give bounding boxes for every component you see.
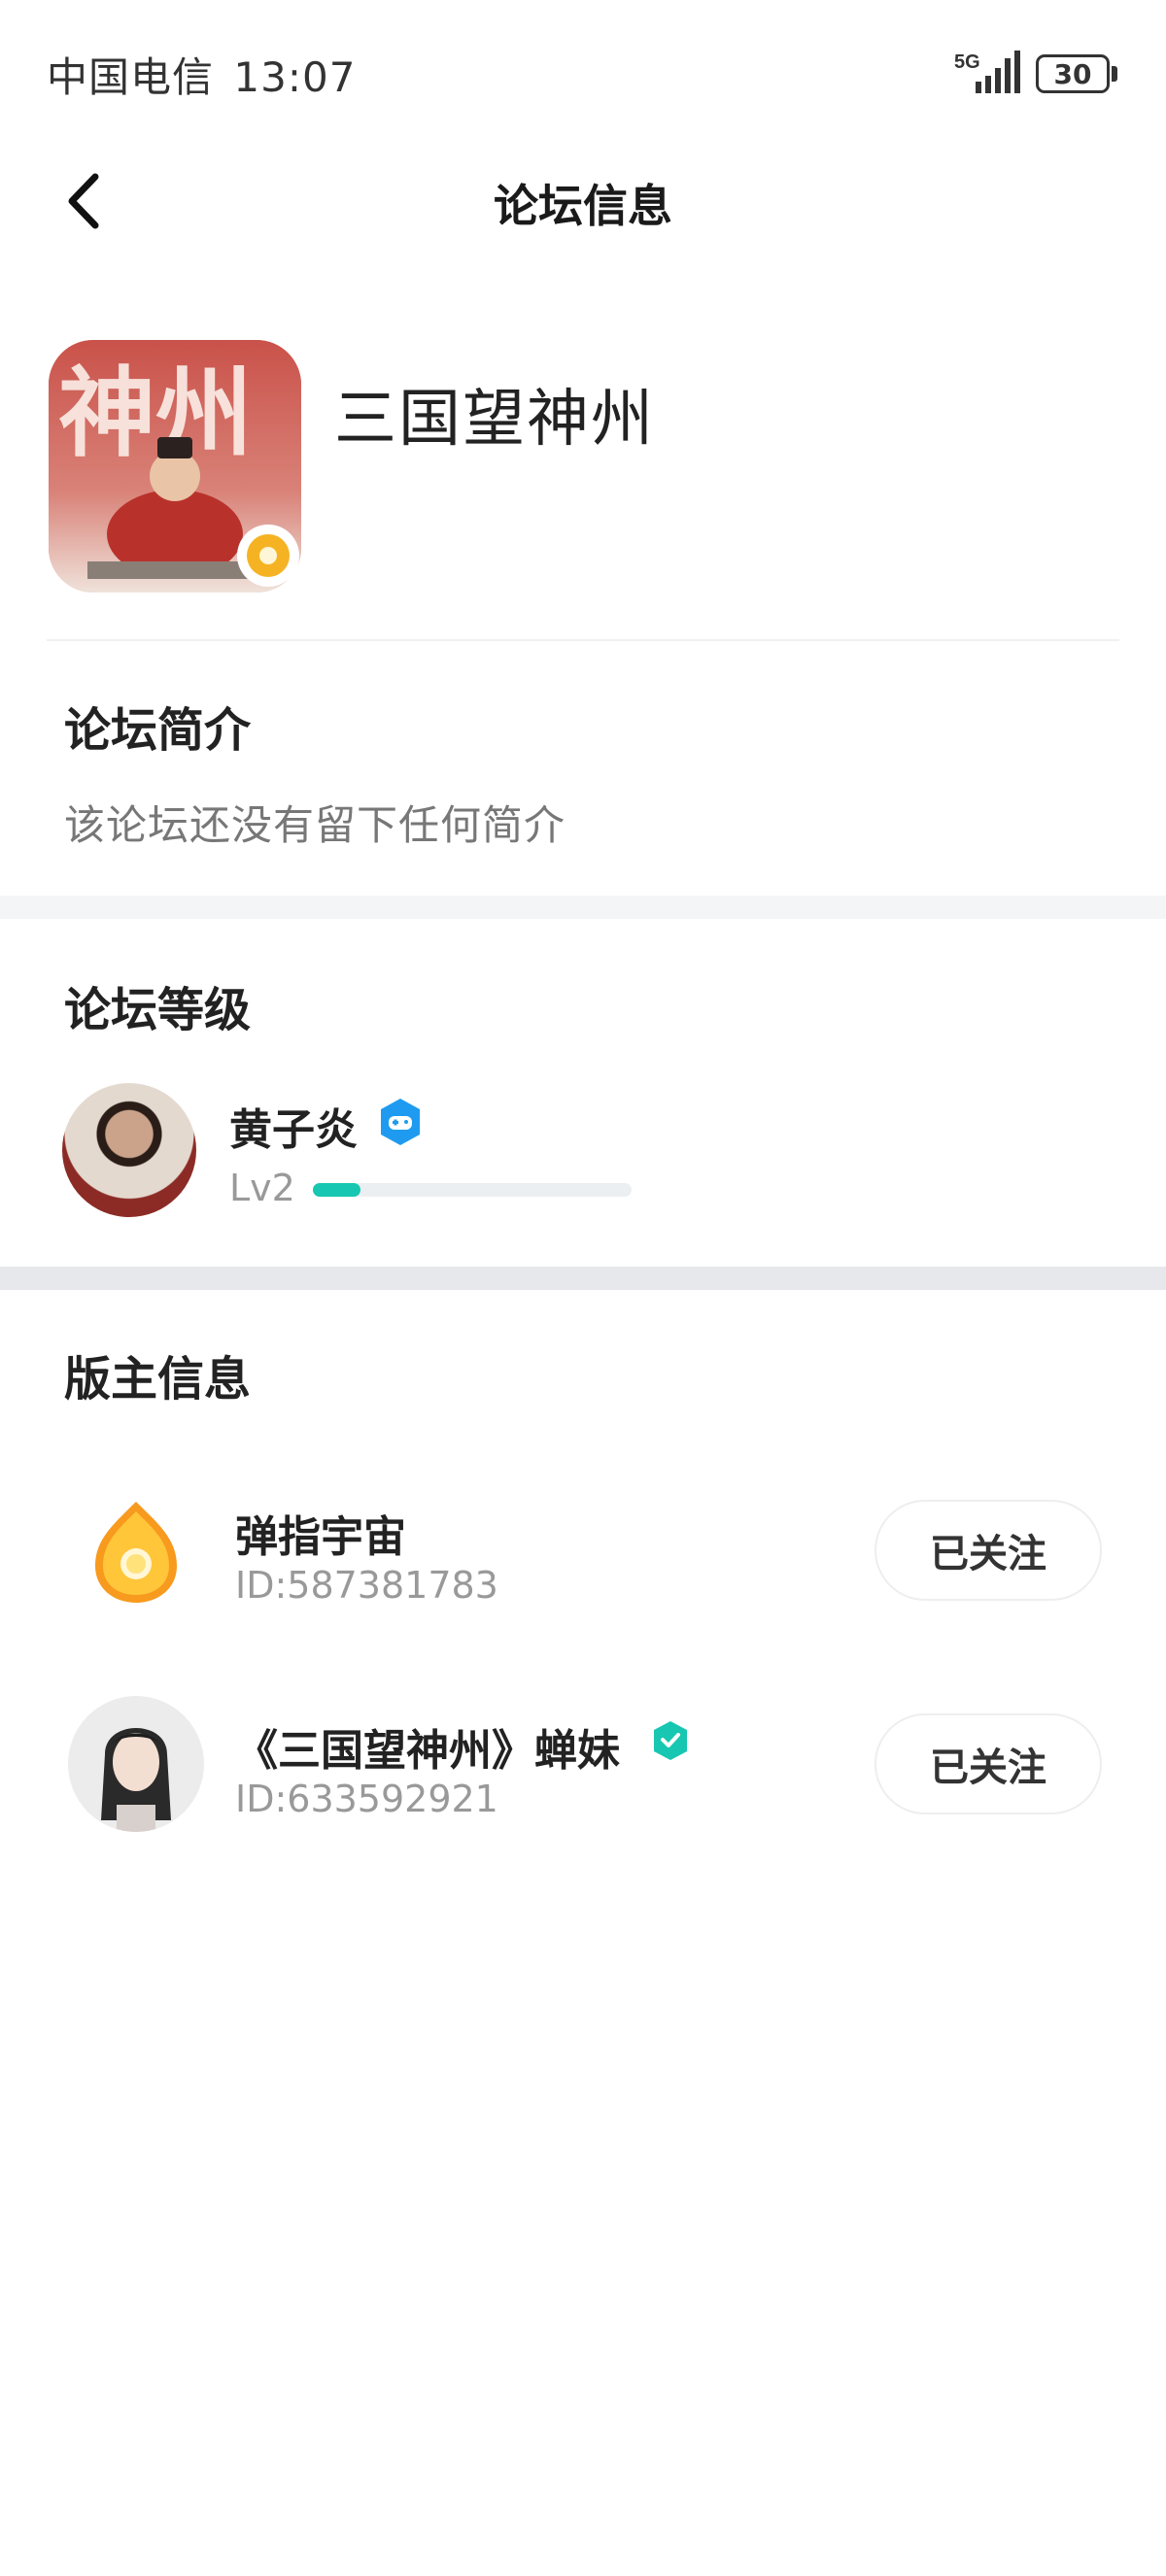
nav-bar: 论坛信息 bbox=[0, 146, 1166, 257]
signal-5g-icon: 5G bbox=[954, 51, 1020, 93]
carrier-label: 中国电信 bbox=[47, 53, 215, 101]
logo-calligraphy: 神州 bbox=[58, 356, 253, 470]
follow-button[interactable]: 已关注 bbox=[874, 1500, 1102, 1601]
battery-tip bbox=[1112, 66, 1117, 82]
verified-check-icon bbox=[654, 1721, 687, 1760]
lady-portrait-avatar[interactable] bbox=[68, 1696, 204, 1832]
avatar[interactable] bbox=[62, 1083, 196, 1217]
moderator-id: ID:587381783 bbox=[235, 1564, 498, 1607]
forum-info-page: 中国电信 13:07 5G 30 论坛信息 神州 三国望神州 论坛简介 该论坛还… bbox=[0, 0, 1166, 2576]
page-title: 论坛信息 bbox=[494, 180, 672, 232]
level-user-row[interactable]: 黄子炎 Lv2 bbox=[0, 1083, 1166, 1219]
section-separator bbox=[0, 896, 1166, 919]
level-progress-bar bbox=[313, 1183, 632, 1197]
forum-name: 三国望神州 bbox=[334, 384, 655, 456]
clock: 13:07 bbox=[233, 53, 357, 101]
forum-header: 神州 三国望神州 bbox=[0, 340, 1166, 593]
orange-coin-avatar[interactable] bbox=[68, 1482, 204, 1618]
moderator-id: ID:633592921 bbox=[235, 1778, 498, 1820]
gamepad-shield-icon bbox=[381, 1099, 420, 1145]
carrier-time: 中国电信 13:07 bbox=[47, 45, 356, 104]
gold-coin-icon bbox=[237, 525, 299, 587]
level-label: Lv2 bbox=[229, 1167, 295, 1209]
divider bbox=[47, 639, 1119, 641]
battery-icon: 30 bbox=[1036, 54, 1117, 93]
list-item[interactable]: 弹指宇宙 ID:587381783 已关注 bbox=[0, 1482, 1166, 1628]
status-bar: 中国电信 13:07 5G 30 bbox=[0, 0, 1166, 146]
section-separator bbox=[0, 1267, 1166, 1290]
list-item[interactable]: 《三国望神州》蝉妹 ID:633592921 已关注 bbox=[0, 1696, 1166, 1842]
level-progress-fill bbox=[313, 1183, 361, 1197]
level-title: 论坛等级 bbox=[64, 983, 252, 1037]
moderator-name: 《三国望神州》蝉妹 bbox=[235, 1726, 620, 1776]
intro-text: 该论坛还没有留下任何简介 bbox=[64, 801, 566, 849]
network-label: 5G bbox=[954, 51, 980, 73]
battery-level: 30 bbox=[1036, 54, 1110, 93]
level-user-name: 黄子炎 bbox=[229, 1105, 358, 1155]
moderators-title: 版主信息 bbox=[64, 1352, 252, 1407]
follow-button[interactable]: 已关注 bbox=[874, 1713, 1102, 1814]
moderator-name: 弹指宇宙 bbox=[235, 1512, 406, 1562]
intro-title: 论坛简介 bbox=[64, 703, 252, 758]
